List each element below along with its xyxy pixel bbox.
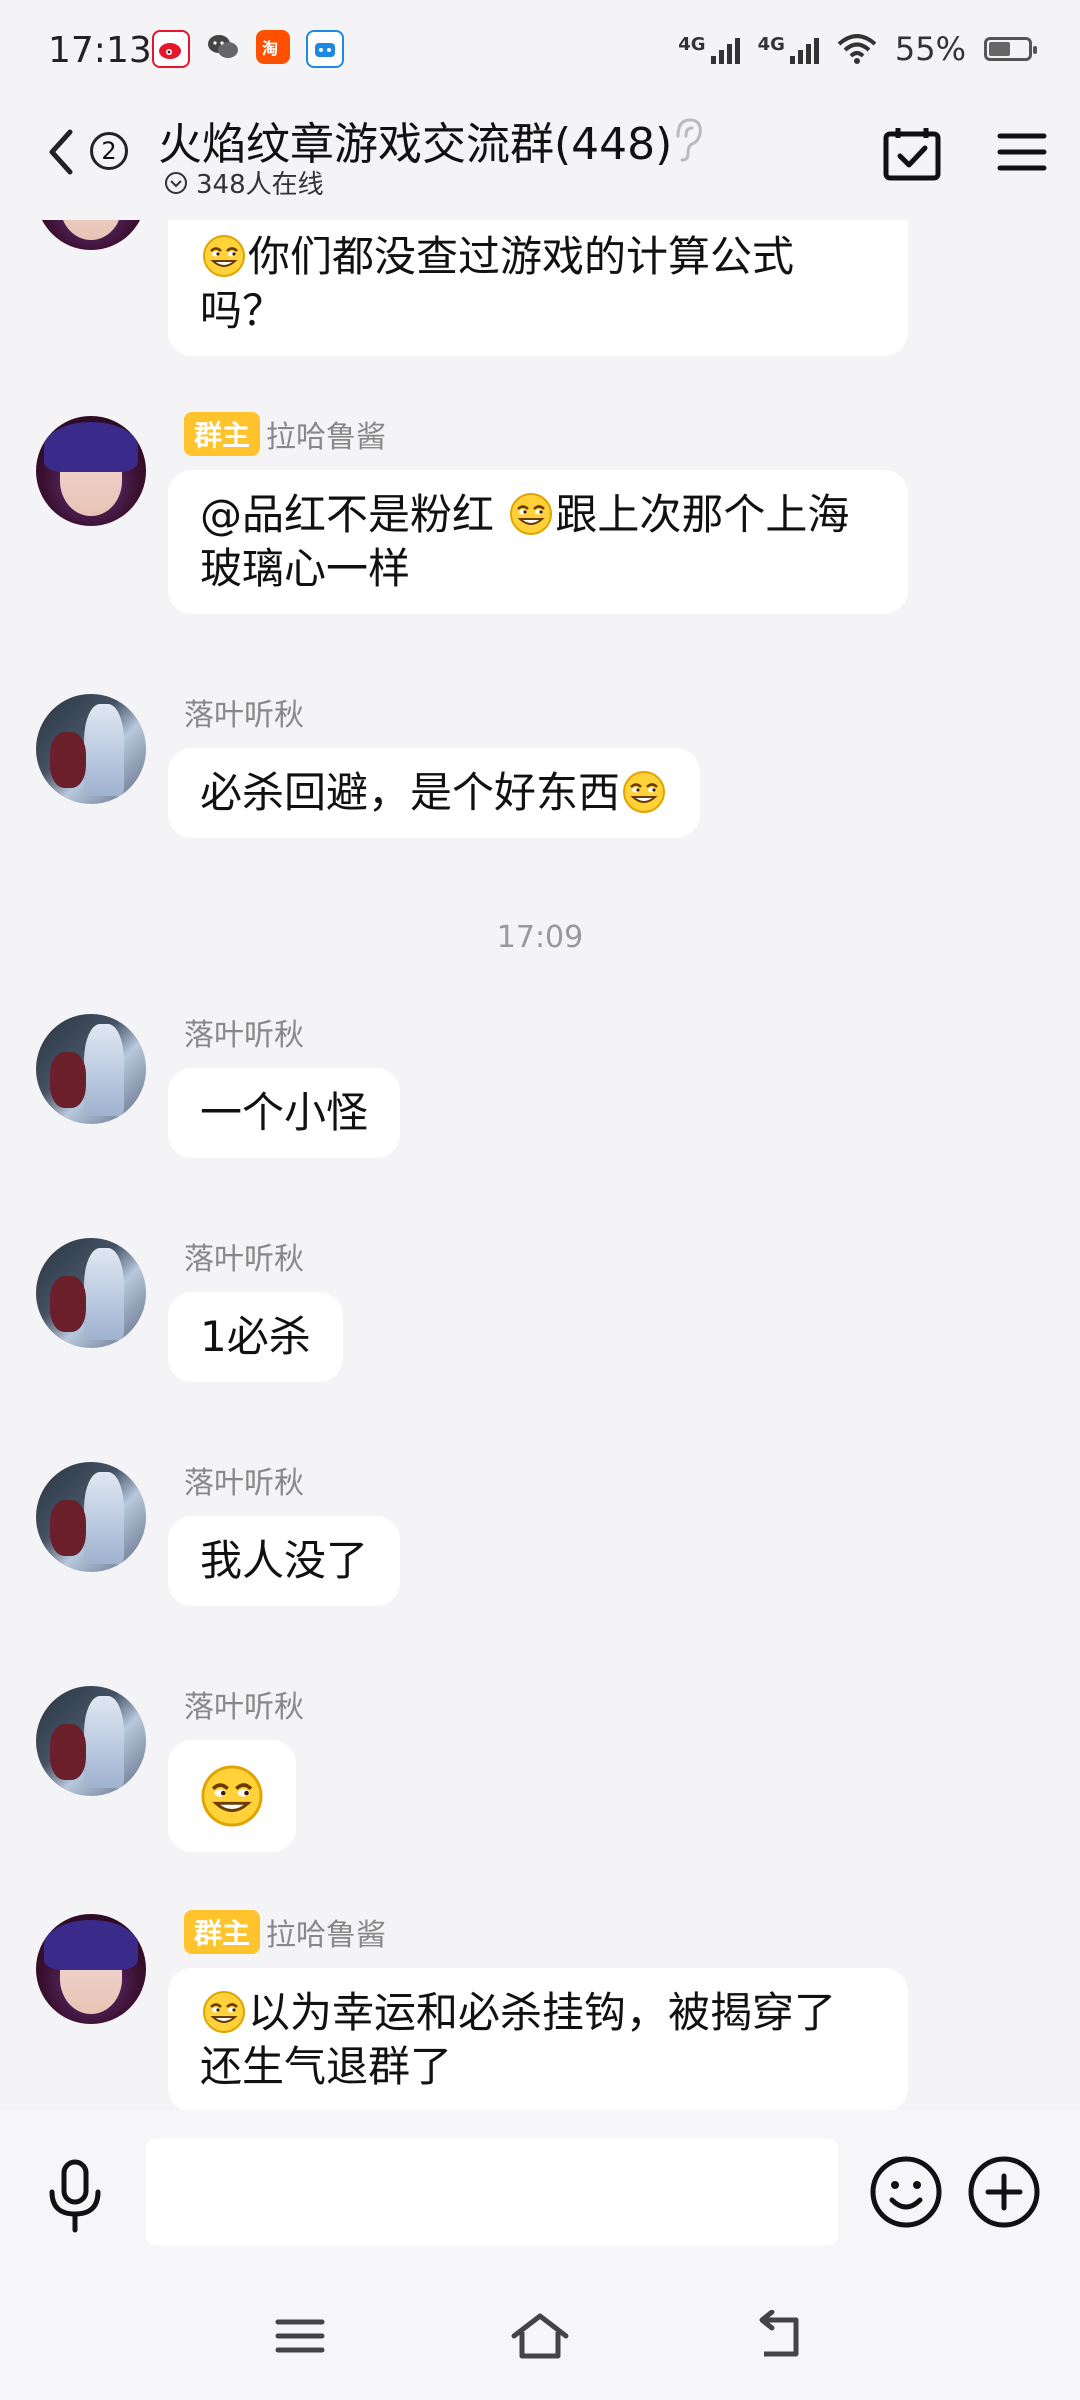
battery-icon bbox=[984, 37, 1037, 61]
weibo-icon bbox=[152, 30, 190, 68]
grin-emoji-icon bbox=[200, 1764, 264, 1828]
avatar[interactable] bbox=[36, 1014, 146, 1124]
chevron-down-circle-icon bbox=[165, 171, 187, 194]
sender-row: 落叶听秋 bbox=[184, 1010, 304, 1054]
system-nav-bar bbox=[0, 2270, 1080, 2400]
signal-icon-2: 4G bbox=[758, 34, 819, 64]
message-text: @品红不是粉红 bbox=[200, 490, 508, 539]
back-nav-icon[interactable] bbox=[750, 2310, 810, 2362]
grin-emoji-icon bbox=[202, 1990, 246, 2034]
message-list[interactable]: 你们都没查过游戏的计算公式吗？ 群主 拉哈鲁酱 @品红不是粉红 跟上次那个上海玻… bbox=[0, 220, 1080, 2110]
message-input[interactable] bbox=[146, 2138, 838, 2246]
add-icon[interactable] bbox=[966, 2154, 1042, 2230]
network-type-label-2: 4G bbox=[757, 34, 785, 55]
message-bubble[interactable]: 必杀回避，是个好东西 bbox=[168, 748, 701, 838]
notification-icons: 淘 bbox=[152, 30, 344, 68]
message-bubble[interactable] bbox=[168, 1740, 296, 1852]
message-bubble[interactable]: @品红不是粉红 跟上次那个上海玻璃心一样 bbox=[168, 470, 908, 614]
status-indicators: 4G 4G 55% bbox=[678, 30, 1037, 68]
sender-row: 落叶听秋 bbox=[184, 1682, 304, 1726]
owner-badge: 群主 bbox=[184, 412, 261, 456]
back-button[interactable] bbox=[40, 122, 80, 182]
group-title[interactable]: 火焰纹章游戏交流群(448) bbox=[158, 108, 672, 172]
avatar[interactable] bbox=[36, 220, 146, 250]
wifi-icon bbox=[837, 34, 877, 64]
message-text: 一个小怪 bbox=[200, 1088, 369, 1137]
sender-name[interactable]: 落叶听秋 bbox=[184, 690, 304, 734]
sender-row: 落叶听秋 bbox=[184, 690, 304, 734]
avatar[interactable] bbox=[36, 1686, 146, 1796]
online-count: 348人在线 bbox=[196, 170, 324, 200]
sender-name[interactable]: 落叶听秋 bbox=[184, 1458, 304, 1502]
sender-name[interactable]: 落叶听秋 bbox=[184, 1010, 304, 1054]
svg-text:淘: 淘 bbox=[262, 39, 278, 58]
menu-icon[interactable] bbox=[996, 128, 1048, 176]
ear-icon[interactable] bbox=[668, 114, 708, 164]
online-status[interactable]: 348人在线 bbox=[164, 164, 324, 201]
calendar-check-icon[interactable] bbox=[880, 122, 944, 186]
sender-name[interactable]: 落叶听秋 bbox=[184, 1234, 304, 1278]
unread-count-badge[interactable]: 2 bbox=[90, 132, 128, 170]
avatar[interactable] bbox=[36, 1462, 146, 1572]
emoji-icon[interactable] bbox=[868, 2154, 944, 2230]
network-type-label: 4G bbox=[678, 34, 706, 55]
message-text: 必杀回避，是个好东西 bbox=[200, 768, 621, 817]
grin-emoji-icon bbox=[622, 770, 666, 814]
message-text: 以为幸运和必杀挂钩，被揭穿了还生气退群了 bbox=[200, 1988, 837, 2091]
sender-name[interactable]: 拉哈鲁酱 bbox=[266, 1910, 386, 1954]
message-text: 你们都没查过游戏的计算公式吗？ bbox=[200, 232, 795, 335]
recent-apps-icon[interactable] bbox=[270, 2310, 330, 2362]
message-text: 1必杀 bbox=[200, 1312, 311, 1361]
message-bubble[interactable]: 一个小怪 bbox=[168, 1068, 401, 1158]
status-bar: 17:13 淘 4G 4G 55% bbox=[0, 0, 1080, 100]
battery-percent: 55% bbox=[894, 30, 966, 68]
sender-row: 群主 拉哈鲁酱 bbox=[184, 412, 386, 456]
message-bubble[interactable]: 以为幸运和必杀挂钩，被揭穿了还生气退群了 bbox=[168, 1968, 908, 2110]
taobao-icon: 淘 bbox=[256, 30, 290, 64]
avatar[interactable] bbox=[36, 1914, 146, 2024]
avatar[interactable] bbox=[36, 1238, 146, 1348]
message-bubble[interactable]: 你们都没查过游戏的计算公式吗？ bbox=[168, 220, 908, 356]
sender-row: 落叶听秋 bbox=[184, 1234, 304, 1278]
time-divider: 17:09 bbox=[496, 920, 584, 955]
microphone-icon[interactable] bbox=[40, 2158, 110, 2234]
avatar[interactable] bbox=[36, 416, 146, 526]
sender-name[interactable]: 拉哈鲁酱 bbox=[266, 412, 386, 456]
message-bubble[interactable]: 我人没了 bbox=[168, 1516, 401, 1606]
status-time: 17:13 bbox=[48, 30, 152, 71]
chat-header: 2 火焰纹章游戏交流群(448) 348人在线 bbox=[0, 100, 1080, 220]
home-icon[interactable] bbox=[510, 2310, 570, 2362]
bilibili-icon bbox=[306, 30, 344, 68]
avatar[interactable] bbox=[36, 694, 146, 804]
grin-emoji-icon bbox=[202, 234, 246, 278]
wechat-icon bbox=[206, 30, 240, 64]
grin-emoji-icon bbox=[509, 492, 553, 536]
message-bubble[interactable]: 1必杀 bbox=[168, 1292, 343, 1382]
sender-name[interactable]: 落叶听秋 bbox=[184, 1682, 304, 1726]
signal-icon: 4G bbox=[678, 34, 740, 64]
sender-row: 落叶听秋 bbox=[184, 1458, 304, 1502]
message-text: 我人没了 bbox=[200, 1536, 369, 1585]
input-bar bbox=[0, 2110, 1080, 2270]
sender-row: 群主 拉哈鲁酱 bbox=[184, 1910, 386, 1954]
owner-badge: 群主 bbox=[184, 1910, 261, 1954]
